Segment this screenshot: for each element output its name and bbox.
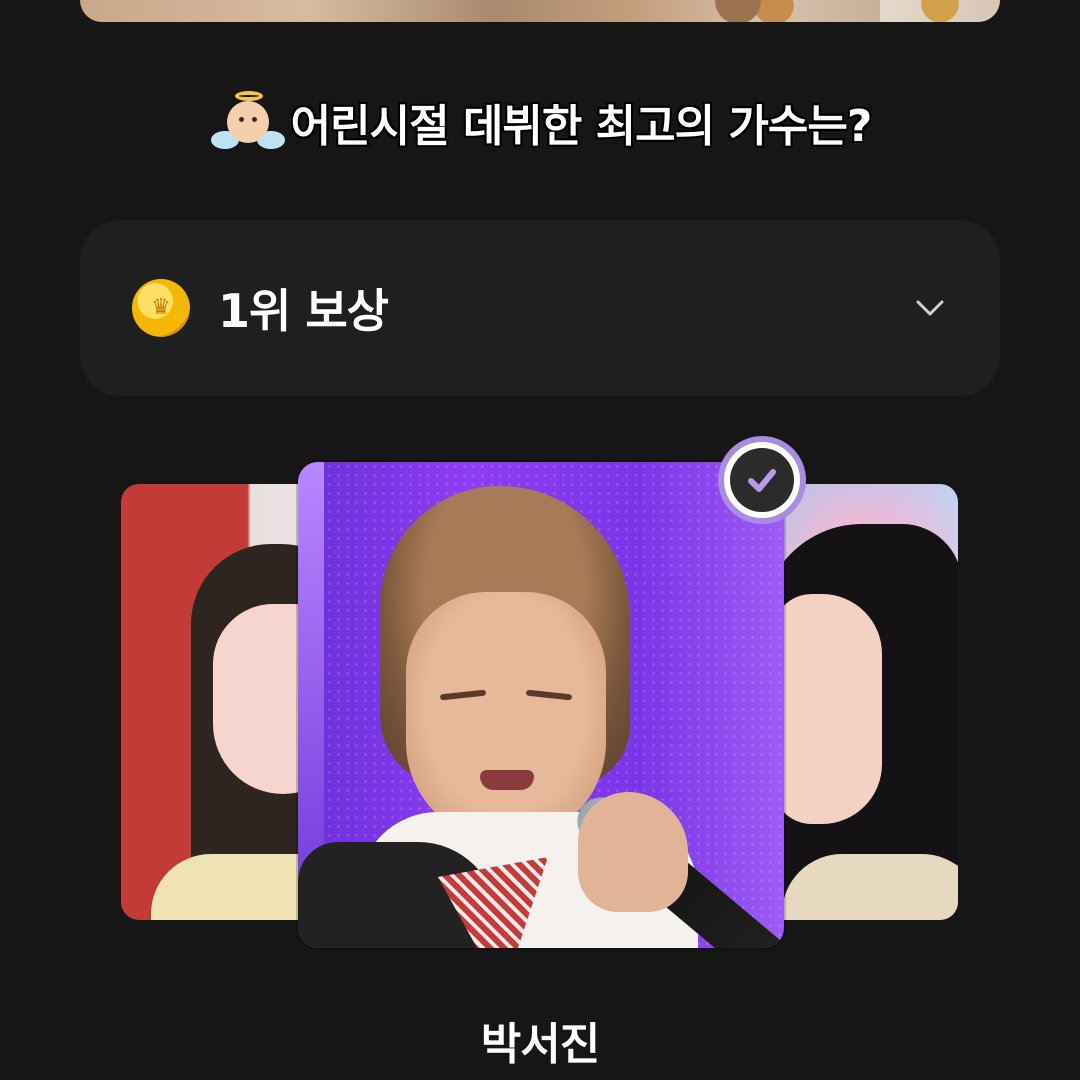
page-title-text: 어린시절 데뷔한 최고의 가수는? [290,101,873,152]
banner-decoration [880,0,1000,22]
selected-check-badge[interactable] [718,436,806,524]
page-title: 어린시절 데뷔한 최고의 가수는? [0,82,1080,162]
candidate-card-selected[interactable] [298,462,784,948]
baby-angel-icon [209,87,287,157]
chevron-down-icon[interactable] [912,290,948,326]
reward-label: 1위 보상 [218,284,389,338]
vote-page: 어린시절 데뷔한 최고의 가수는? 1위 보상 [0,0,1080,1080]
candidate-carousel[interactable] [0,430,1080,970]
banner-decoration [690,0,810,22]
selected-candidate-name: 박서진 [480,1019,600,1070]
top-banner-image[interactable] [80,0,1000,22]
reward-dropdown[interactable]: 1위 보상 [80,220,1000,396]
gold-coin-icon [132,279,190,337]
check-icon [748,469,776,492]
